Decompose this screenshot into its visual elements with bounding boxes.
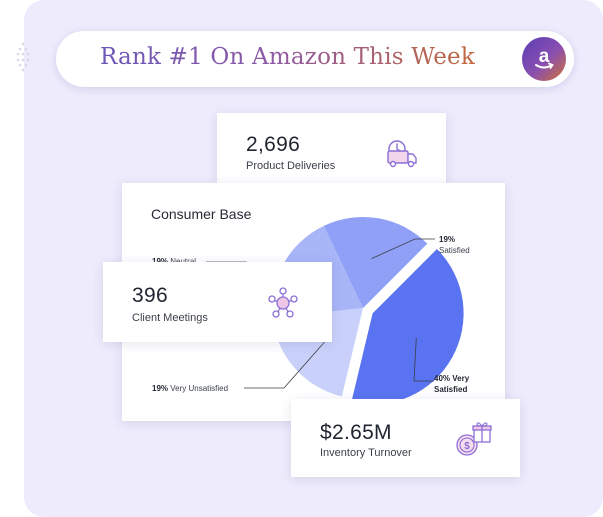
money-gift-icon: $ <box>456 422 492 456</box>
deliveries-label: Product Deliveries <box>246 160 336 172</box>
legend-satisfied-pct: 19% <box>439 235 456 244</box>
legend-satisfied-text: Satisfied <box>439 246 470 255</box>
meetings-label: Client Meetings <box>132 312 208 324</box>
product-deliveries-card: 2,696 Product Deliveries <box>217 113 446 183</box>
legend-very-satisfied-pct: 40% <box>434 374 451 383</box>
deliveries-value: 2,696 <box>246 133 301 156</box>
svg-text:$: $ <box>464 441 470 452</box>
legend-very-unsatisfied: 19% Very Unsatisfied <box>152 383 228 394</box>
decorative-dots <box>16 42 30 72</box>
team-meeting-icon <box>268 287 298 318</box>
turnover-value: $2.65M <box>320 421 392 444</box>
delivery-truck-icon <box>387 140 417 168</box>
legend-very-satisfied-text-2: Satisfied <box>434 385 468 394</box>
rank-banner: Rank #1 On Amazon This Week a <box>56 31 574 87</box>
inventory-turnover-card: $2.65M Inventory Turnover $ <box>291 399 520 477</box>
meetings-value: 396 <box>132 284 168 307</box>
amazon-logo-letter: a <box>539 46 550 67</box>
legend-very-unsatisfied-pct: 19% <box>152 384 169 393</box>
legend-very-unsatisfied-text: Very Unsatisfied <box>170 384 229 393</box>
legend-satisfied: 19% Satisfied <box>439 234 470 256</box>
legend-very-satisfied: 40% Very Satisfied <box>434 373 469 395</box>
client-meetings-card: 396 Client Meetings <box>103 262 332 342</box>
legend-very-satisfied-text-1: Very <box>452 374 470 383</box>
rank-banner-text: Rank #1 On Amazon This Week <box>100 44 475 70</box>
turnover-label: Inventory Turnover <box>320 447 412 459</box>
amazon-logo-icon: a <box>522 37 566 81</box>
